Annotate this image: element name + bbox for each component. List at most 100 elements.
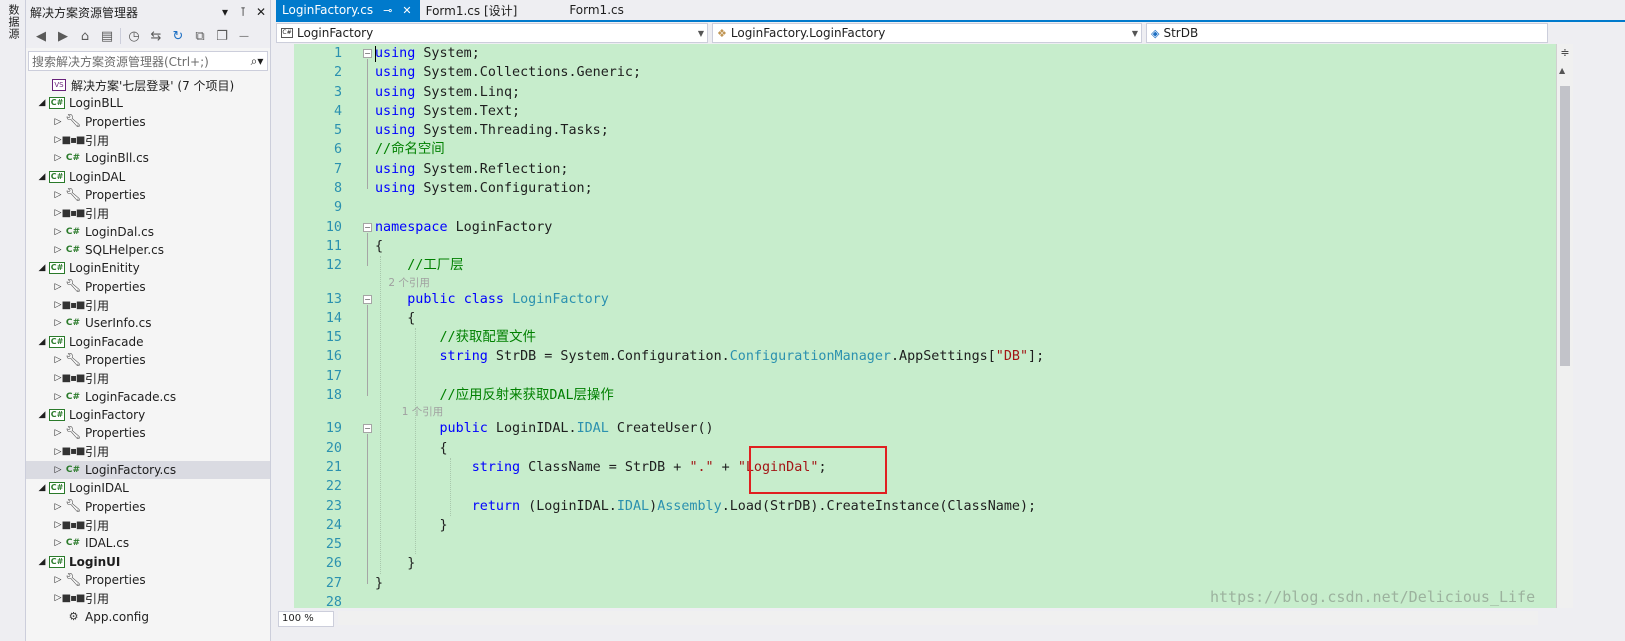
- search-input[interactable]: 搜索解决方案资源管理器(Ctrl+;): [32, 53, 247, 70]
- forward-icon[interactable]: ▶: [54, 27, 72, 45]
- sync-icon[interactable]: ⇆: [147, 27, 165, 45]
- codelens-reference-count[interactable]: 1 个引用: [375, 405, 1555, 419]
- back-icon[interactable]: ◀: [32, 27, 50, 45]
- refresh-icon[interactable]: ↻: [169, 27, 187, 45]
- tree-item[interactable]: ▷ ■▪■ 引用: [26, 296, 270, 314]
- tree-item[interactable]: ◢ C# LoginFactory: [26, 406, 270, 424]
- expanded-arrow-icon[interactable]: ◢: [36, 483, 48, 493]
- tree-item[interactable]: ◢ C# LoginIDAL: [26, 479, 270, 497]
- expanded-arrow-icon[interactable]: ◢: [36, 263, 48, 273]
- csharp-project-icon: C#: [49, 409, 65, 422]
- expanded-arrow-icon[interactable]: ◢: [36, 337, 48, 347]
- properties-icon[interactable]: —: [235, 27, 253, 45]
- tree-item[interactable]: VS 解决方案'七层登录' (7 个项目): [26, 76, 270, 94]
- tree-item[interactable]: ▷ ■▪■ 引用: [26, 516, 270, 534]
- tree-item[interactable]: ▷ 🔧︎ Properties: [26, 424, 270, 442]
- tree-item[interactable]: ▷ C# IDAL.cs: [26, 534, 270, 552]
- tree-item[interactable]: ▷ 🔧︎ Properties: [26, 278, 270, 296]
- data-sources-strip[interactable]: 数据源: [0, 0, 26, 641]
- collapse-all-icon[interactable]: ⧉: [191, 27, 209, 45]
- collapse-region-icon[interactable]: −: [363, 294, 372, 304]
- tree-item[interactable]: ▷ 🔧︎ Properties: [26, 498, 270, 516]
- tree-item[interactable]: ▷ C# SQLHelper.cs: [26, 241, 270, 259]
- collapsed-arrow-icon[interactable]: ▷: [52, 465, 64, 475]
- scroll-up-icon[interactable]: ▲: [1559, 66, 1565, 75]
- member-dropdown-label: StrDB: [1163, 26, 1199, 40]
- collapsed-arrow-icon[interactable]: ▷: [52, 245, 64, 255]
- collapsed-arrow-icon[interactable]: ▷: [52, 318, 64, 328]
- code-token: System;: [415, 46, 480, 61]
- expanded-arrow-icon[interactable]: ◢: [36, 557, 48, 567]
- tree-item-label: SQLHelper.cs: [85, 243, 164, 258]
- collapsed-arrow-icon[interactable]: ▷: [52, 538, 64, 548]
- tree-item[interactable]: ▷ 🔧︎ Properties: [26, 571, 270, 589]
- search-icon[interactable]: ⌕▾: [247, 54, 267, 69]
- collapsed-arrow-icon[interactable]: ▷: [52, 117, 64, 127]
- collapse-region-icon[interactable]: −: [363, 424, 372, 434]
- vertical-scrollbar[interactable]: ≑ ▲: [1556, 44, 1573, 608]
- split-window-icon[interactable]: ≑: [1559, 46, 1571, 59]
- collapsed-arrow-icon[interactable]: ▷: [52, 392, 64, 402]
- collapsed-arrow-icon[interactable]: ▷: [52, 153, 64, 163]
- collapsed-arrow-icon[interactable]: ▷: [52, 227, 64, 237]
- pending-changes-icon[interactable]: ◷: [125, 27, 143, 45]
- collapsed-arrow-icon[interactable]: ▷: [52, 502, 64, 512]
- collapsed-arrow-icon[interactable]: ▷: [52, 575, 64, 585]
- tree-item[interactable]: ▷ C# LoginDal.cs: [26, 223, 270, 241]
- tree-item[interactable]: ▷ C# LoginBll.cs: [26, 149, 270, 167]
- switch-views-icon[interactable]: ▤: [98, 27, 116, 45]
- pin-tab-icon[interactable]: ⊸: [383, 4, 392, 17]
- code-text[interactable]: using System; using System.Collections.Ge…: [375, 44, 1555, 608]
- tree-item[interactable]: ▷ ■▪■ 引用: [26, 443, 270, 461]
- type-dropdown[interactable]: ❖ LoginFactory.LoginFactory ▼: [712, 23, 1142, 43]
- tree-item[interactable]: ⚙ App.config: [26, 608, 270, 626]
- tree-item[interactable]: ◢ C# LoginDAL: [26, 168, 270, 186]
- expanded-arrow-icon[interactable]: ◢: [36, 410, 48, 420]
- codelens-reference-count[interactable]: 2 个引用: [375, 276, 1555, 290]
- pin-icon[interactable]: ⊺: [234, 5, 252, 19]
- collapsed-arrow-icon[interactable]: ▷: [52, 428, 64, 438]
- chevron-down-icon[interactable]: ▼: [1129, 29, 1141, 38]
- show-all-files-icon[interactable]: ❐: [213, 27, 231, 45]
- collapse-region-icon[interactable]: −: [363, 49, 372, 58]
- tree-item[interactable]: ▷ 🔧︎ Properties: [26, 186, 270, 204]
- tree-item[interactable]: ▷ 🔧︎ Properties: [26, 113, 270, 131]
- tree-item[interactable]: ▷ ■▪■ 引用: [26, 589, 270, 607]
- code-token: Assembly: [657, 498, 722, 514]
- tree-item[interactable]: ▷ ■▪■ 引用: [26, 131, 270, 149]
- tree-item[interactable]: ▷ ■▪■ 引用: [26, 204, 270, 222]
- collapsed-arrow-icon[interactable]: ▷: [52, 282, 64, 292]
- tree-item[interactable]: ◢ C# LoginBLL: [26, 94, 270, 112]
- editor-tab[interactable]: Form1.cs [设计]: [420, 0, 564, 20]
- collapsed-arrow-icon[interactable]: ▷: [52, 355, 64, 365]
- collapsed-arrow-icon[interactable]: ▷: [52, 190, 64, 200]
- tree-item[interactable]: ◢ C# LoginUI: [26, 553, 270, 571]
- csharp-project-icon: C#: [281, 28, 293, 38]
- scrollbar-thumb[interactable]: [1560, 86, 1570, 366]
- tree-item[interactable]: ▷ C# LoginFactory.cs: [26, 460, 270, 480]
- expanded-arrow-icon[interactable]: ◢: [36, 98, 48, 108]
- tree-item[interactable]: ▷ ■▪■ 引用: [26, 369, 270, 387]
- collapse-region-icon[interactable]: −: [363, 222, 372, 232]
- tree-item[interactable]: ▷ 🔧︎ Properties: [26, 351, 270, 369]
- chevron-down-icon[interactable]: ▼: [695, 29, 707, 38]
- csharp-file-icon: C#: [65, 538, 81, 549]
- close-icon[interactable]: ✕: [252, 5, 270, 19]
- home-icon[interactable]: ⌂: [76, 27, 94, 45]
- tree-item[interactable]: ▷ C# LoginFacade.cs: [26, 388, 270, 406]
- editor-tab[interactable]: Form1.cs: [563, 0, 634, 20]
- expanded-arrow-icon[interactable]: ◢: [36, 172, 48, 182]
- dropdown-icon[interactable]: ▾: [216, 5, 234, 19]
- close-tab-icon[interactable]: ✕: [402, 4, 411, 17]
- solution-explorer-search[interactable]: 搜索解决方案资源管理器(Ctrl+;) ⌕▾: [28, 51, 268, 71]
- tree-item[interactable]: ◢ C# LoginEnitity: [26, 259, 270, 277]
- horizontal-scrollbar[interactable]: [338, 611, 1538, 625]
- data-sources-tab-label[interactable]: 数据源: [5, 4, 21, 40]
- member-dropdown[interactable]: ◈ StrDB: [1146, 23, 1548, 43]
- zoom-level-dropdown[interactable]: 100 %: [278, 611, 334, 627]
- project-dropdown[interactable]: C# LoginFactory ▼: [276, 23, 708, 43]
- editor-tab[interactable]: LoginFactory.cs ⊸ ✕: [276, 0, 420, 20]
- tree-item[interactable]: ◢ C# LoginFacade: [26, 333, 270, 351]
- tree-item[interactable]: ▷ C# UserInfo.cs: [26, 314, 270, 332]
- code-editor[interactable]: 1 2 3 4 5 6 7 8 9 10 11 12 13 14 15 16 17 18 19 20 21 22 23 24 2…: [276, 44, 1556, 608]
